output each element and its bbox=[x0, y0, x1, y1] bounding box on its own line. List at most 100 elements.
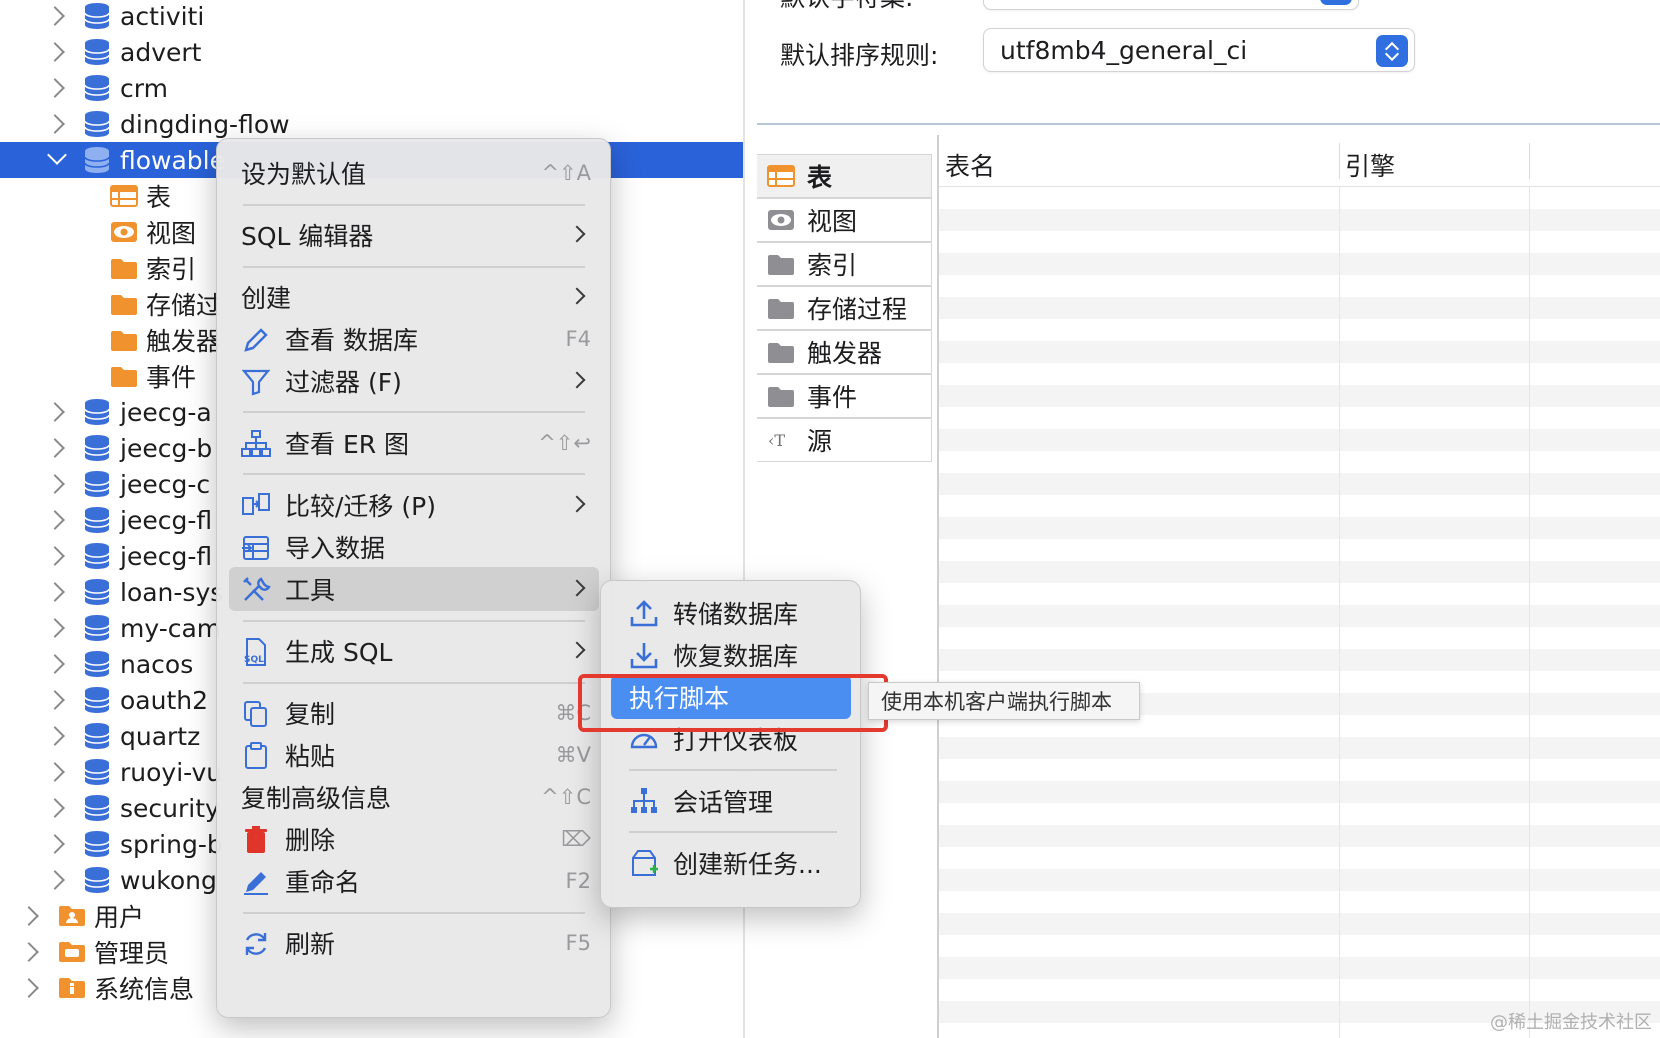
menu-item-sql-editor[interactable]: SQL 编辑器 bbox=[229, 213, 599, 257]
tree-item-label: jeecg-fl bbox=[120, 505, 213, 535]
folder-icon bbox=[111, 367, 137, 387]
menu-item-tools[interactable]: 工具 bbox=[229, 567, 599, 611]
menu-item-paste[interactable]: 粘贴 ⌘V bbox=[229, 733, 599, 777]
chevron-right-icon bbox=[568, 225, 586, 243]
copy-icon bbox=[244, 701, 267, 727]
folder-icon bbox=[111, 259, 137, 279]
chevron-right-icon[interactable] bbox=[45, 654, 65, 674]
tree-item-db[interactable]: dingding-flow bbox=[0, 106, 744, 142]
menu-separator bbox=[243, 912, 585, 914]
column-line bbox=[1529, 187, 1530, 1038]
tree-item-label: 系统信息 bbox=[94, 975, 195, 1004]
tree-item-label: my-cam bbox=[120, 613, 222, 643]
submenu-item-dump[interactable]: 转储数据库 bbox=[611, 591, 851, 635]
table-icon bbox=[110, 185, 138, 207]
tree-item-db[interactable]: crm bbox=[0, 70, 744, 106]
chevron-right-icon[interactable] bbox=[45, 726, 65, 746]
charset-select[interactable] bbox=[983, 0, 1359, 10]
menu-item-copy-advanced[interactable]: 复制高级信息 ^⇧C bbox=[229, 775, 599, 819]
submenu-item-new-task[interactable]: 创建新任务... bbox=[611, 841, 851, 885]
tab-events[interactable]: 事件 bbox=[757, 374, 932, 418]
watermark: @稀土掘金技术社区 bbox=[1490, 1012, 1652, 1033]
chevron-right-icon[interactable] bbox=[19, 942, 39, 962]
menu-item-create[interactable]: 创建 bbox=[229, 275, 599, 319]
database-icon bbox=[84, 435, 110, 461]
tree-item-label: 视图 bbox=[146, 219, 197, 248]
menu-item-compare[interactable]: 比较/迁移 (P) bbox=[229, 483, 599, 527]
chevron-right-icon[interactable] bbox=[45, 762, 65, 782]
shortcut-label: ^⇧↩ bbox=[538, 431, 591, 455]
folder-icon bbox=[768, 387, 794, 407]
charset-label: 默认字符集: bbox=[780, 0, 913, 14]
chevron-right-icon[interactable] bbox=[45, 474, 65, 494]
column-separator[interactable] bbox=[1529, 143, 1530, 179]
collation-select[interactable]: utf8mb4_general_ci bbox=[983, 28, 1415, 72]
tree-item-db[interactable]: activiti bbox=[0, 0, 744, 34]
tree-item-label: 存储过 bbox=[146, 291, 222, 320]
menu-item-set-default[interactable]: 设为默认值 ^⇧A bbox=[229, 151, 599, 195]
import-icon bbox=[242, 536, 269, 560]
tree-item-db[interactable]: advert bbox=[0, 34, 744, 70]
chevron-right-icon[interactable] bbox=[45, 510, 65, 530]
menu-item-copy[interactable]: 复制 ⌘C bbox=[229, 691, 599, 735]
menu-item-label: 创建 bbox=[241, 284, 292, 313]
submenu-item-label: 创建新任务... bbox=[673, 850, 822, 879]
submenu-item-restore[interactable]: 恢复数据库 bbox=[611, 633, 851, 677]
menu-item-view-er[interactable]: 查看 ER 图 ^⇧↩ bbox=[229, 421, 599, 465]
menu-item-delete[interactable]: 删除 ⌦ bbox=[229, 817, 599, 861]
column-line bbox=[1339, 187, 1340, 1038]
chevron-right-icon[interactable] bbox=[45, 114, 65, 134]
database-icon bbox=[84, 795, 110, 821]
info-folder-icon bbox=[59, 978, 85, 998]
chevron-right-icon[interactable] bbox=[45, 78, 65, 98]
chevron-down-icon[interactable] bbox=[47, 145, 67, 165]
tab-triggers[interactable]: 触发器 bbox=[757, 330, 932, 374]
tree-item-label: spring-b bbox=[120, 829, 223, 859]
chevron-right-icon[interactable] bbox=[19, 978, 39, 998]
database-icon bbox=[84, 831, 110, 857]
tree-item-label: crm bbox=[120, 73, 168, 103]
menu-item-label: 删除 bbox=[285, 826, 336, 855]
database-form: 默认字符集: 默认排序规则: utf8mb4_general_ci bbox=[755, 0, 1660, 122]
menu-item-refresh[interactable]: 刷新 F5 bbox=[229, 921, 599, 965]
stepper-icon[interactable] bbox=[1320, 0, 1352, 5]
chevron-right-icon[interactable] bbox=[45, 402, 65, 422]
chevron-right-icon[interactable] bbox=[45, 6, 65, 26]
chevron-right-icon[interactable] bbox=[45, 618, 65, 638]
stepper-icon[interactable] bbox=[1376, 35, 1408, 67]
chevron-right-icon[interactable] bbox=[45, 438, 65, 458]
menu-item-generate-sql[interactable]: SQL 生成 SQL bbox=[229, 629, 599, 673]
chevron-right-icon[interactable] bbox=[45, 834, 65, 854]
menu-item-rename[interactable]: 重命名 F2 bbox=[229, 859, 599, 903]
chevron-right-icon[interactable] bbox=[45, 42, 65, 62]
tree-item-label: 事件 bbox=[146, 363, 197, 392]
column-separator[interactable] bbox=[1339, 143, 1340, 179]
chevron-right-icon[interactable] bbox=[45, 870, 65, 890]
menu-item-label: 生成 SQL bbox=[285, 638, 393, 667]
chevron-right-icon[interactable] bbox=[45, 690, 65, 710]
menu-item-label: 查看 ER 图 bbox=[285, 430, 410, 459]
folder-icon bbox=[768, 343, 794, 363]
chevron-right-icon[interactable] bbox=[19, 906, 39, 926]
tab-indexes[interactable]: 索引 bbox=[757, 242, 932, 286]
shortcut-label: F2 bbox=[565, 869, 591, 893]
menu-item-view-database[interactable]: 查看 数据库 F4 bbox=[229, 317, 599, 361]
tab-procedures[interactable]: 存储过程 bbox=[757, 286, 932, 330]
shortcut-label: ⌘V bbox=[555, 743, 591, 767]
menu-item-filter[interactable]: 过滤器 (F) bbox=[229, 359, 599, 403]
menu-item-import[interactable]: 导入数据 bbox=[229, 525, 599, 569]
chevron-right-icon[interactable] bbox=[45, 798, 65, 818]
submenu-item-label: 会话管理 bbox=[673, 788, 774, 817]
tab-views[interactable]: 视图 bbox=[757, 198, 932, 242]
chevron-right-icon bbox=[568, 287, 586, 305]
submenu-item-session[interactable]: 会话管理 bbox=[611, 779, 851, 823]
column-header-name[interactable]: 表名 bbox=[945, 147, 995, 183]
chevron-right-icon[interactable] bbox=[45, 546, 65, 566]
chevron-right-icon bbox=[568, 579, 586, 597]
column-header-engine[interactable]: 引擎 bbox=[1345, 147, 1395, 183]
tab-source[interactable]: ‹T 源 bbox=[757, 418, 932, 462]
tab-label: 触发器 bbox=[807, 339, 883, 368]
tab-tables[interactable]: 表 bbox=[757, 154, 932, 198]
upload-icon bbox=[630, 600, 658, 627]
chevron-right-icon[interactable] bbox=[45, 582, 65, 602]
